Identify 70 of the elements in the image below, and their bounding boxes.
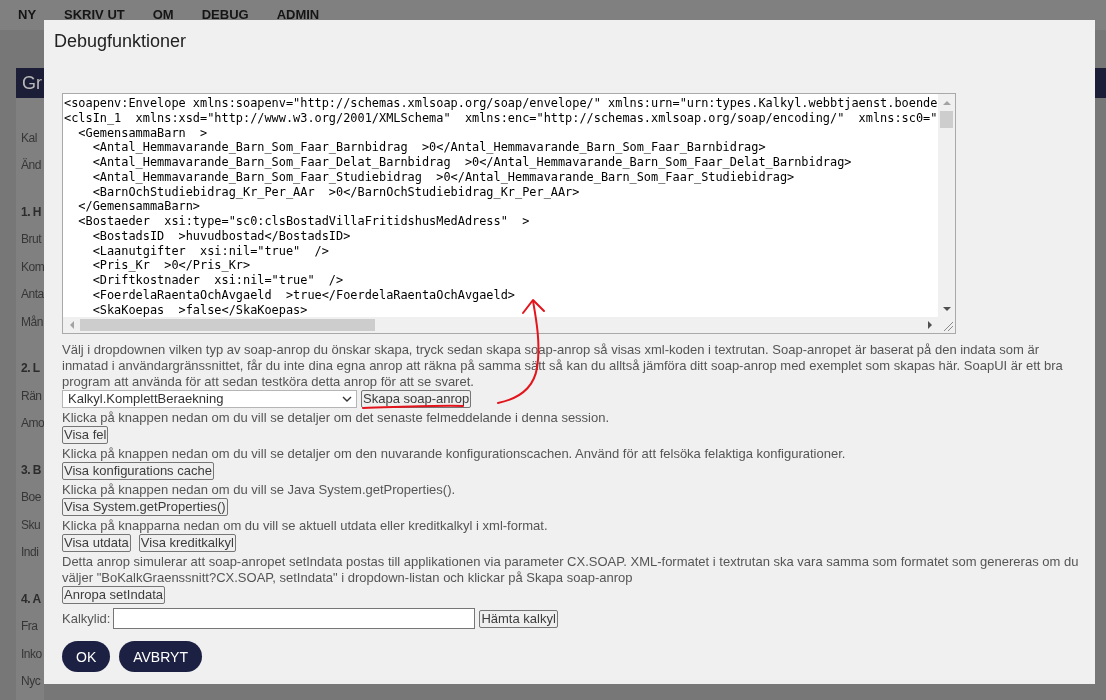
help-text: Klicka på knappen nedan om du vill se detaljer om det senaste felmeddelande i denna session. [62, 410, 611, 426]
code-line: <soapenv:Envelope xmlns:soapenv="http://schemas.xmlsoap.org/soap/envelope/" xmlns:urn="urn:types.Kalkyl.webbtjaenst.boende [64, 96, 938, 111]
code-line: <Antal_Hemmavarande_Barn_Som_Faar_Delat_Barnbidrag >0</Antal_Hemmavarande_Barn_Som_Faar_Delat_Barnbidrag> [91, 155, 852, 170]
action-button[interactable]: Anropa setIndata [62, 586, 166, 604]
action-button[interactable]: Visa konfigurations cache [62, 462, 214, 480]
triangle-right-icon[interactable] [927, 321, 932, 329]
sidebar-item[interactable]: Inko [21, 646, 42, 661]
help-text: Klicka på knappen nedan om du vill se Java System.getProperties(). [62, 482, 457, 498]
code-line: <Bostaeder xsi:type="sc0:clsBostadVillaFritidshusMedAdress" > [77, 214, 530, 229]
sidebar-item[interactable]: Brut [21, 232, 41, 246]
sidebar-item[interactable]: Kom [21, 259, 44, 274]
menu-item[interactable]: DEBUG [201, 7, 249, 23]
sidebar-item[interactable]: Boe [21, 490, 41, 504]
code-line: <SkaKoepas >false</SkaKoepas> [91, 302, 308, 317]
sidebar-item[interactable]: Rän [21, 388, 42, 403]
panel-title: Gr [22, 72, 42, 94]
code-line: <Antal_Hemmavarande_Barn_Som_Faar_Studiebidrag >0</Antal_Hemmavarande_Barn_Som_Faar_Studiebidrag> [91, 169, 795, 185]
menu-item[interactable]: OM [152, 7, 174, 23]
sidebar-heading: 2. L [21, 361, 40, 375]
help-text: Klicka på knapparna nedan om du vill se aktuell utdata eller kreditkalkyl i xml-format. [62, 518, 549, 534]
scrollbar-thumb[interactable] [80, 319, 375, 331]
sidebar-item[interactable]: Indi [21, 545, 39, 559]
code-line: <Antal_Hemmavarande_Barn_Som_Faar_Barnbidrag >0</Antal_Hemmavarande_Barn_Som_Faar_Barnbidrag> [91, 140, 766, 155]
triangle-left-icon[interactable] [69, 321, 74, 329]
chevron-down-icon [342, 396, 352, 402]
triangle-down-icon[interactable] [942, 306, 951, 311]
sidebar-item[interactable]: Änd [21, 158, 41, 172]
sidebar-item[interactable]: Fra [21, 619, 38, 633]
help-text: Klicka på knappen nedan om du vill se detaljer om den nuvarande konfigurationscachen. Använd för att felsöka felaktiga konfigurationer. [62, 446, 847, 462]
ok-button[interactable]: OK [62, 641, 111, 672]
menu-item[interactable]: NY [18, 7, 37, 23]
sidebar-item[interactable]: Amo [21, 416, 44, 430]
dialog-title: Debugfunktioner [54, 31, 187, 51]
sidebar-item[interactable]: Nyc [21, 674, 41, 688]
code-line: <BostadsID >huvudbostad</BostadsID> [91, 228, 351, 244]
code-line: <Laanutgifter xsi:nil="true" /> [91, 243, 329, 259]
sidebar-item[interactable]: Anta [21, 287, 44, 301]
cancel-button[interactable]: AVBRYT [119, 641, 202, 672]
horizontal-scrollbar[interactable] [63, 317, 938, 333]
sidebar-item[interactable]: Mån [21, 314, 43, 329]
sidebar-item[interactable]: Kal [21, 130, 37, 145]
action-button[interactable]: Visa utdata [62, 534, 131, 552]
kalkylid-label: Kalkylid: [62, 610, 111, 627]
menu-item[interactable]: SKRIV UT [64, 7, 125, 23]
action-button[interactable]: Visa System.getProperties() [62, 498, 228, 516]
code-line: </GemensammaBarn> [77, 199, 201, 214]
help-text: Detta anrop simulerar att soap-anropet setIndata postas till applikationen via parameter CX.SOAP. XML-formatet i textrutan ska vara samma som formatet som genereras om du väljer "BoKalkGraenssnitt?CX.SOAP, setIndata" i dropdown-listan och klickar på Skapa soap-anrop [62, 554, 1080, 586]
sidebar-item[interactable]: Sku [21, 517, 41, 532]
kalkylid-input[interactable] [113, 608, 476, 629]
code-line: <BarnOchStudiebidrag_Kr_Per_AAr >0</BarnOchStudiebidrag_Kr_Per_AAr> [91, 184, 580, 200]
code-line: <Pris_Kr >0</Pris_Kr> [91, 258, 251, 273]
vertical-scrollbar[interactable] [938, 94, 955, 317]
soap-call-select[interactable]: Kalkyl.KomplettBeraekning [62, 390, 357, 408]
action-button[interactable]: Visa fel [62, 426, 109, 444]
xml-textarea[interactable] [62, 93, 956, 334]
sidebar-heading: 4. A [21, 591, 41, 606]
fetch-button[interactable]: Hämta kalkyl [479, 609, 558, 628]
action-button[interactable]: Visa kreditkalkyl [138, 534, 236, 552]
menu-item[interactable]: ADMIN [276, 7, 320, 23]
code-line: <Driftkostnader xsi:nil="true" /> [91, 273, 344, 288]
scrollbar-thumb[interactable] [940, 111, 953, 128]
sidebar-heading: 1. H [21, 204, 41, 219]
action-button[interactable]: Skapa soap-anrop [361, 390, 472, 408]
panel-header [1095, 68, 1106, 98]
sidebar-heading: 3. B [21, 462, 41, 477]
triangle-up-icon[interactable] [942, 100, 951, 105]
resize-grip-icon[interactable] [943, 321, 953, 331]
code-line: <clsIn_1 xmlns:xsd="http://www.w3.org/2001/XMLSchema" xmlns:enc="http://schemas.xmlsoap.org/soap/encoding/" xmlns:sc0=" [64, 110, 938, 126]
code-line: <GemensammaBarn > [77, 125, 208, 141]
code-line: <FoerdelaRaentaOchAvgaeld >true</FoerdelaRaentaOchAvgaeld> [91, 287, 515, 303]
